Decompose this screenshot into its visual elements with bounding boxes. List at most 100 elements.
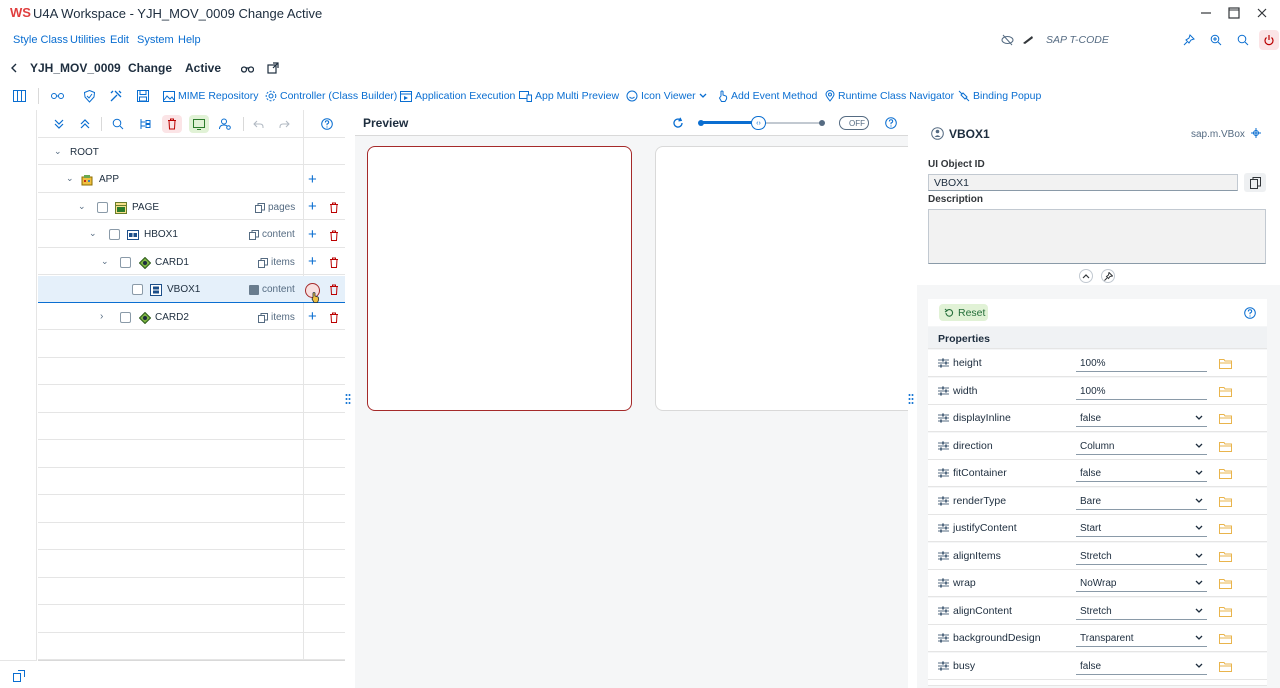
node-checkbox[interactable] bbox=[120, 312, 131, 323]
icon-viewer-button[interactable]: Icon Viewer bbox=[626, 90, 707, 102]
delete-icon[interactable] bbox=[328, 201, 340, 213]
tree-structure-icon[interactable] bbox=[138, 117, 152, 131]
zoom-slider[interactable]: ‹› bbox=[698, 116, 825, 130]
property-select[interactable]: Stretch bbox=[1076, 603, 1207, 620]
property-settings-icon[interactable] bbox=[938, 523, 949, 533]
add-child-icon[interactable]: + bbox=[308, 254, 317, 269]
collapse-all-icon[interactable] bbox=[78, 117, 92, 131]
delete-icon[interactable] bbox=[162, 115, 182, 133]
copy-id-icon[interactable] bbox=[1244, 173, 1266, 192]
add-event-method-button[interactable]: Add Event Method bbox=[718, 90, 817, 102]
delete-icon[interactable] bbox=[328, 283, 340, 295]
add-child-icon[interactable]: + bbox=[308, 227, 317, 242]
property-select[interactable]: false bbox=[1076, 658, 1207, 675]
property-select[interactable]: Start bbox=[1076, 520, 1207, 537]
close-button[interactable] bbox=[1250, 4, 1274, 22]
property-settings-icon[interactable] bbox=[938, 413, 949, 423]
glasses-icon[interactable] bbox=[49, 89, 65, 103]
folder-icon[interactable] bbox=[1219, 578, 1232, 589]
app-multi-preview-button[interactable]: App Multi Preview bbox=[519, 90, 619, 102]
redo-icon[interactable] bbox=[277, 117, 291, 131]
property-settings-icon[interactable] bbox=[938, 578, 949, 588]
menu-help[interactable]: Help bbox=[178, 34, 201, 46]
search-icon[interactable] bbox=[111, 117, 125, 131]
layout-columns-icon[interactable] bbox=[11, 89, 27, 103]
property-select[interactable]: Transparent bbox=[1076, 630, 1207, 647]
chevron-down-icon[interactable]: ⌄ bbox=[78, 201, 86, 212]
menu-system[interactable]: System bbox=[137, 34, 174, 46]
folder-icon[interactable] bbox=[1219, 606, 1232, 617]
slider-handle[interactable]: ‹› bbox=[751, 116, 766, 130]
property-select[interactable]: Bare bbox=[1076, 493, 1207, 510]
node-checkbox[interactable] bbox=[120, 257, 131, 268]
node-checkbox[interactable] bbox=[132, 284, 143, 295]
chevron-right-icon[interactable]: › bbox=[100, 311, 103, 322]
chevron-down-icon[interactable]: ⌄ bbox=[54, 146, 62, 157]
property-settings-icon[interactable] bbox=[938, 633, 949, 643]
back-icon[interactable] bbox=[8, 61, 20, 75]
folder-icon[interactable] bbox=[1219, 633, 1232, 644]
tree-row-hbox1[interactable] bbox=[38, 221, 345, 248]
property-settings-icon[interactable] bbox=[938, 386, 949, 396]
pin-header-icon[interactable] bbox=[1101, 269, 1115, 283]
preview-card-1[interactable] bbox=[367, 146, 632, 411]
undo-icon[interactable] bbox=[251, 117, 265, 131]
device-screen-icon[interactable] bbox=[189, 115, 209, 133]
ui-object-id-input[interactable]: VBOX1 bbox=[928, 174, 1238, 191]
save-icon[interactable] bbox=[135, 89, 151, 103]
application-execution-button[interactable]: Application Execution bbox=[400, 90, 515, 102]
folder-icon[interactable] bbox=[1219, 551, 1232, 562]
minimize-button[interactable] bbox=[1194, 4, 1218, 22]
tools-icon[interactable] bbox=[108, 89, 124, 103]
binding-popup-button[interactable]: Binding Popup bbox=[958, 90, 1041, 102]
eye-off-icon[interactable] bbox=[1000, 33, 1014, 47]
description-textarea[interactable] bbox=[928, 209, 1266, 264]
user-settings-icon[interactable] bbox=[218, 117, 232, 131]
mime-repository-button[interactable]: MIME Repository bbox=[163, 90, 259, 102]
property-settings-icon[interactable] bbox=[938, 606, 949, 616]
menu-style-class[interactable]: Style Class bbox=[13, 34, 68, 46]
add-child-icon[interactable]: + bbox=[308, 309, 317, 324]
reset-button[interactable]: Reset bbox=[939, 304, 988, 321]
property-input[interactable]: 100% bbox=[1076, 383, 1207, 400]
tcode-input[interactable]: SAP T-CODE bbox=[1046, 34, 1109, 46]
property-settings-icon[interactable] bbox=[938, 551, 949, 561]
help-icon[interactable] bbox=[884, 116, 898, 130]
chevron-down-icon[interactable]: ⌄ bbox=[89, 228, 97, 239]
property-input[interactable]: 100% bbox=[1076, 355, 1207, 372]
chevron-down-icon[interactable]: ⌄ bbox=[101, 256, 109, 267]
folder-icon[interactable] bbox=[1219, 468, 1232, 479]
folder-icon[interactable] bbox=[1219, 441, 1232, 452]
folder-icon[interactable] bbox=[1219, 358, 1232, 369]
delete-icon[interactable] bbox=[328, 311, 340, 323]
navigate-icon[interactable] bbox=[1249, 127, 1263, 139]
runtime-class-navigator-button[interactable]: Runtime Class Navigator bbox=[825, 90, 954, 102]
shield-check-icon[interactable] bbox=[81, 89, 97, 103]
folder-icon[interactable] bbox=[1219, 523, 1232, 534]
expand-all-icon[interactable] bbox=[52, 117, 66, 131]
delete-icon[interactable] bbox=[328, 256, 340, 268]
binoculars-icon[interactable] bbox=[240, 61, 254, 75]
help-icon[interactable] bbox=[1243, 306, 1257, 320]
property-select[interactable]: false bbox=[1076, 465, 1207, 482]
maximize-button[interactable] bbox=[1222, 4, 1246, 22]
property-select[interactable]: false bbox=[1076, 410, 1207, 427]
chevron-down-icon[interactable]: ⌄ bbox=[66, 173, 74, 184]
pin-icon[interactable] bbox=[1182, 33, 1196, 47]
help-icon[interactable] bbox=[320, 117, 334, 131]
property-settings-icon[interactable] bbox=[938, 468, 949, 478]
folder-icon[interactable] bbox=[1219, 496, 1232, 507]
add-child-icon[interactable]: + bbox=[308, 172, 317, 187]
folder-icon[interactable] bbox=[1219, 386, 1232, 397]
power-icon[interactable] bbox=[1259, 30, 1279, 50]
property-select[interactable]: Column bbox=[1076, 438, 1207, 455]
property-settings-icon[interactable] bbox=[938, 441, 949, 451]
tree-row-card1[interactable] bbox=[38, 248, 345, 275]
property-settings-icon[interactable] bbox=[938, 358, 949, 368]
splitter-handle[interactable] bbox=[345, 393, 355, 407]
node-checkbox[interactable] bbox=[109, 229, 120, 240]
preview-toggle[interactable]: OFF bbox=[839, 116, 869, 130]
external-link-icon[interactable] bbox=[266, 61, 280, 75]
preview-card-2[interactable] bbox=[655, 146, 908, 411]
folder-icon[interactable] bbox=[1219, 661, 1232, 672]
